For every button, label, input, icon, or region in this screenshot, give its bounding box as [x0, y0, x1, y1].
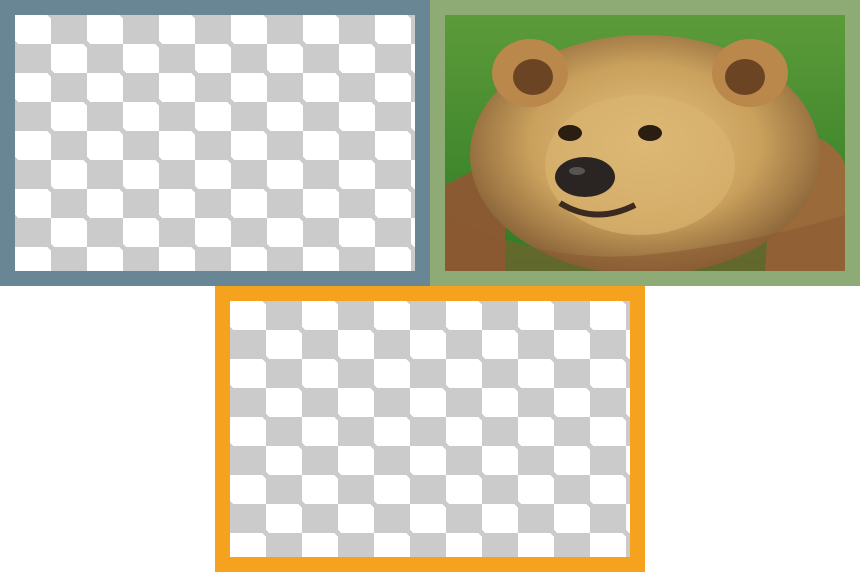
bear-photo: [445, 15, 845, 271]
transparent-placeholder: [230, 301, 630, 557]
panel-top-right[interactable]: [430, 0, 860, 286]
panel-top-left[interactable]: [0, 0, 430, 286]
transparent-placeholder: [15, 15, 415, 271]
panel-bottom-center[interactable]: [215, 286, 645, 572]
